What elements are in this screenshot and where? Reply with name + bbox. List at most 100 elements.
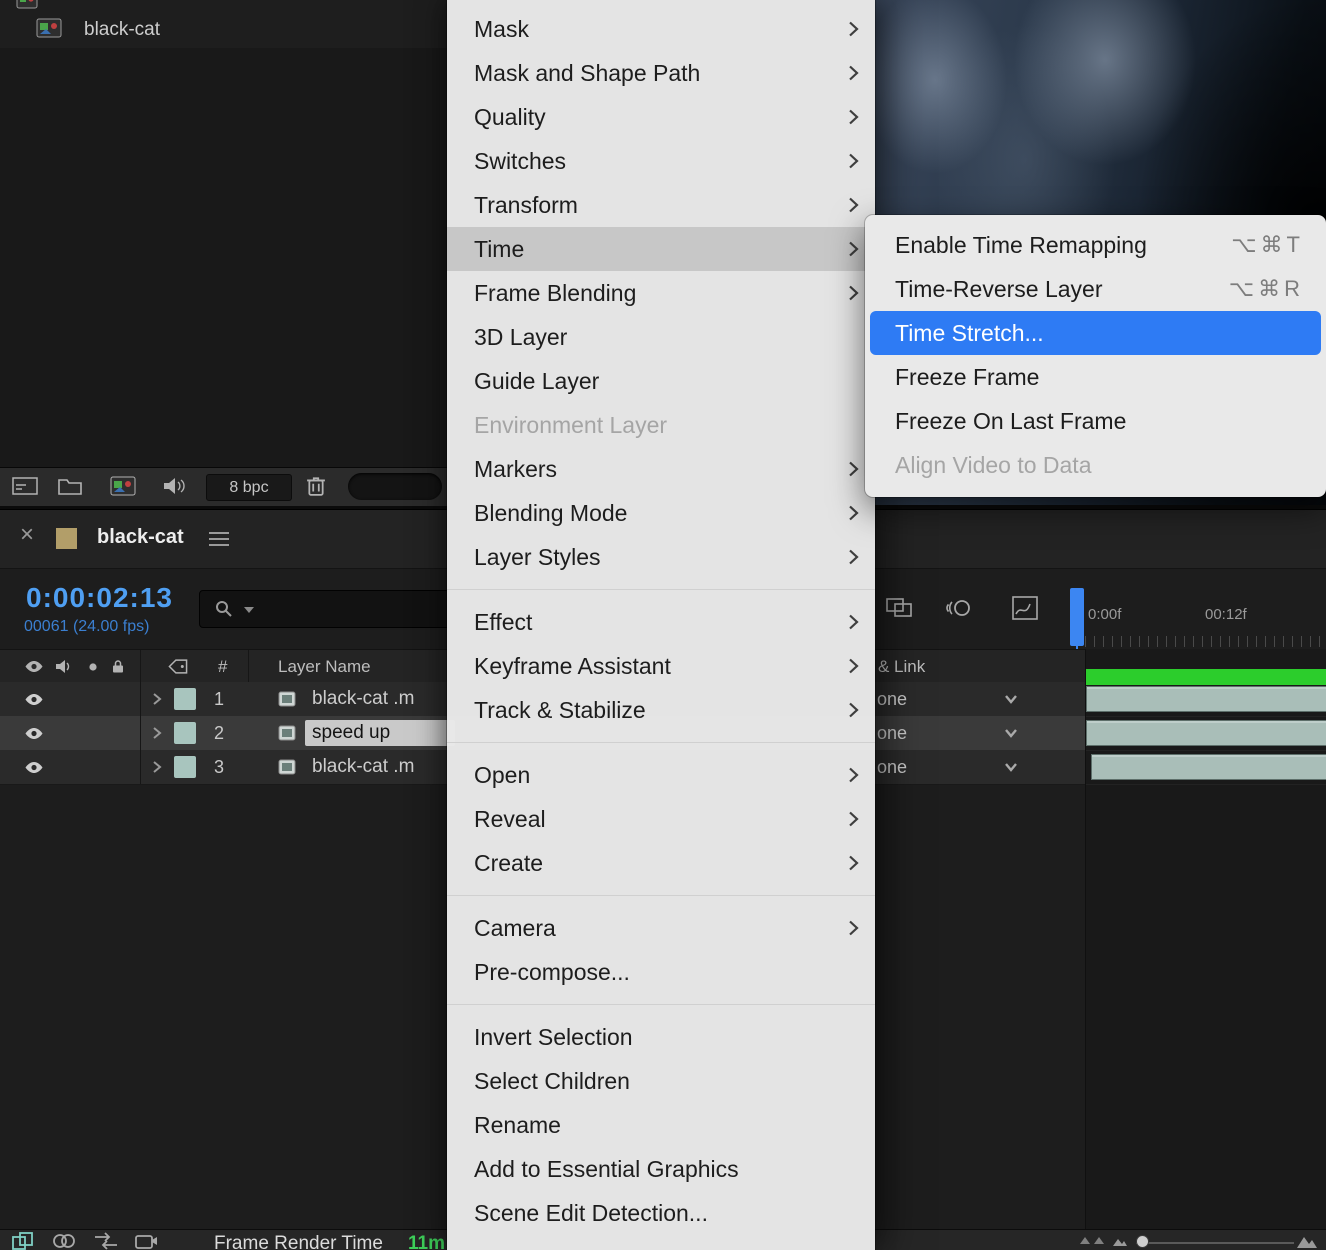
new-composition-icon[interactable]: [110, 476, 136, 496]
menu-item-blending-mode[interactable]: Blending Mode: [447, 491, 875, 535]
chevron-right-icon[interactable]: [152, 726, 162, 740]
parent-link-value[interactable]: one: [877, 689, 907, 710]
layer-name-column-header[interactable]: Layer Name: [278, 657, 371, 677]
new-folder-icon[interactable]: [58, 477, 82, 495]
menu-item-frame-blending[interactable]: Frame Blending: [447, 271, 875, 315]
layer-duration-bar[interactable]: [1086, 686, 1326, 712]
row-divider: [1086, 750, 1326, 751]
chevron-down-icon[interactable]: [998, 760, 1024, 776]
label-column-icon[interactable]: [168, 659, 188, 674]
submenu-item-enable-time-remapping[interactable]: Enable Time Remapping ⌥⌘T: [865, 223, 1326, 267]
expand-icon[interactable]: [1094, 1237, 1104, 1244]
panel-menu-icon[interactable]: [208, 531, 230, 547]
layer-duration-bar[interactable]: [1086, 720, 1326, 746]
chevron-down-icon[interactable]: [998, 726, 1024, 742]
menu-item-select-children[interactable]: Select Children: [447, 1059, 875, 1103]
project-item-black-cat[interactable]: black-cat: [0, 14, 447, 46]
layer-name[interactable]: black-cat .m: [312, 688, 414, 710]
number-column-header[interactable]: #: [218, 657, 227, 677]
eye-icon[interactable]: [24, 761, 44, 774]
layer-name[interactable]: black-cat .m: [312, 756, 414, 778]
lock-column-icon[interactable]: [112, 659, 124, 674]
menu-item-label: Scene Edit Detection...: [474, 1200, 859, 1227]
zoom-in-mountain-icon[interactable]: [1296, 1231, 1318, 1250]
menu-item-markers[interactable]: Markers: [447, 447, 875, 491]
menu-item-rename[interactable]: Rename: [447, 1103, 875, 1147]
menu-item-track-stabilize[interactable]: Track & Stabilize: [447, 688, 875, 732]
solo-column-icon[interactable]: [88, 662, 98, 672]
submenu-arrow-icon: [848, 240, 859, 258]
menu-item-keyframe-assistant[interactable]: Keyframe Assistant: [447, 644, 875, 688]
current-time-indicator[interactable]: [1070, 588, 1084, 646]
expand-icon[interactable]: [1080, 1237, 1090, 1244]
menu-item-open[interactable]: Open: [447, 753, 875, 797]
submenu-arrow-icon: [848, 701, 859, 719]
column-divider: [248, 650, 249, 683]
eye-icon[interactable]: [24, 693, 44, 706]
graph-editor-icon[interactable]: [1012, 596, 1038, 620]
timeline-tab-title[interactable]: black-cat: [97, 526, 184, 549]
parent-link-column-header[interactable]: & Link: [878, 657, 925, 677]
submenu-item-freeze-on-last-frame[interactable]: Freeze On Last Frame: [865, 399, 1326, 443]
layer-source-icon: [278, 691, 296, 707]
delete-icon[interactable]: [306, 474, 326, 498]
menu-item-label: Reveal: [474, 806, 848, 833]
interpret-footage-icon[interactable]: [12, 477, 38, 495]
frame-blending-icon[interactable]: [886, 596, 914, 620]
chevron-right-icon[interactable]: [152, 692, 162, 706]
audio-icon[interactable]: [162, 477, 186, 495]
audio-column-icon[interactable]: [55, 659, 71, 674]
search-input[interactable]: [199, 590, 453, 628]
menu-item-switches[interactable]: Switches: [447, 139, 875, 183]
menu-item-label: Create: [474, 850, 848, 877]
menu-item-add-to-essential-graphics[interactable]: Add to Essential Graphics: [447, 1147, 875, 1191]
render-time-icon[interactable]: [134, 1232, 158, 1250]
menu-item-label: Quality: [474, 104, 848, 131]
menu-item-3d-layer[interactable]: 3D Layer: [447, 315, 875, 359]
menu-item-layer-styles[interactable]: Layer Styles: [447, 535, 875, 579]
layer-color-swatch[interactable]: [174, 756, 196, 778]
layer-duration-bar[interactable]: [1091, 754, 1326, 780]
current-timecode[interactable]: 0:00:02:13: [26, 582, 173, 614]
parent-link-value[interactable]: one: [877, 757, 907, 778]
zoom-out-mountain-icon[interactable]: [1112, 1234, 1128, 1248]
menu-separator: [447, 742, 875, 743]
menu-item-label: Layer Styles: [474, 544, 848, 571]
menu-item-guide-layer[interactable]: Guide Layer: [447, 359, 875, 403]
menu-item-effect[interactable]: Effect: [447, 600, 875, 644]
zoom-slider-knob[interactable]: [1136, 1235, 1149, 1248]
menu-item-label: Environment Layer: [474, 412, 859, 439]
menu-item-mask[interactable]: Mask: [447, 7, 875, 51]
column-divider: [140, 682, 141, 716]
submenu-item-freeze-frame[interactable]: Freeze Frame: [865, 355, 1326, 399]
layer-switches-icon[interactable]: [12, 1232, 36, 1250]
menu-item-reveal[interactable]: Reveal: [447, 797, 875, 841]
menu-item-create[interactable]: Create: [447, 841, 875, 885]
layer-color-swatch[interactable]: [174, 688, 196, 710]
layer-name-input[interactable]: speed up: [305, 720, 455, 746]
menu-item-quality[interactable]: Quality: [447, 95, 875, 139]
in-out-duration-icon[interactable]: [94, 1232, 118, 1250]
bit-depth-button[interactable]: 8 bpc: [206, 474, 292, 501]
submenu-item-time-stretch[interactable]: Time Stretch...: [870, 311, 1321, 355]
transfer-controls-icon[interactable]: [52, 1232, 76, 1250]
project-item-partial[interactable]: [16, 0, 38, 14]
chevron-right-icon[interactable]: [152, 760, 162, 774]
menu-item-pre-compose[interactable]: Pre-compose...: [447, 950, 875, 994]
menu-item-mask-and-shape-path[interactable]: Mask and Shape Path: [447, 51, 875, 95]
parent-link-value[interactable]: one: [877, 723, 907, 744]
menu-item-camera[interactable]: Camera: [447, 906, 875, 950]
close-icon[interactable]: ×: [20, 523, 34, 547]
motion-blur-icon[interactable]: [946, 596, 972, 620]
layer-color-swatch[interactable]: [174, 722, 196, 744]
chevron-down-icon[interactable]: [998, 692, 1024, 708]
menu-item-transform[interactable]: Transform: [447, 183, 875, 227]
menu-item-scene-edit-detection[interactable]: Scene Edit Detection...: [447, 1191, 875, 1235]
video-eye-icon[interactable]: [24, 660, 44, 673]
menu-item-invert-selection[interactable]: Invert Selection: [447, 1015, 875, 1059]
menu-item-time[interactable]: Time: [447, 227, 875, 271]
eye-icon[interactable]: [24, 727, 44, 740]
zoom-slider-track[interactable]: [1136, 1242, 1294, 1244]
submenu-item-time-reverse-layer[interactable]: Time-Reverse Layer ⌥⌘R: [865, 267, 1326, 311]
submenu-item-label: Align Video to Data: [895, 452, 1304, 479]
